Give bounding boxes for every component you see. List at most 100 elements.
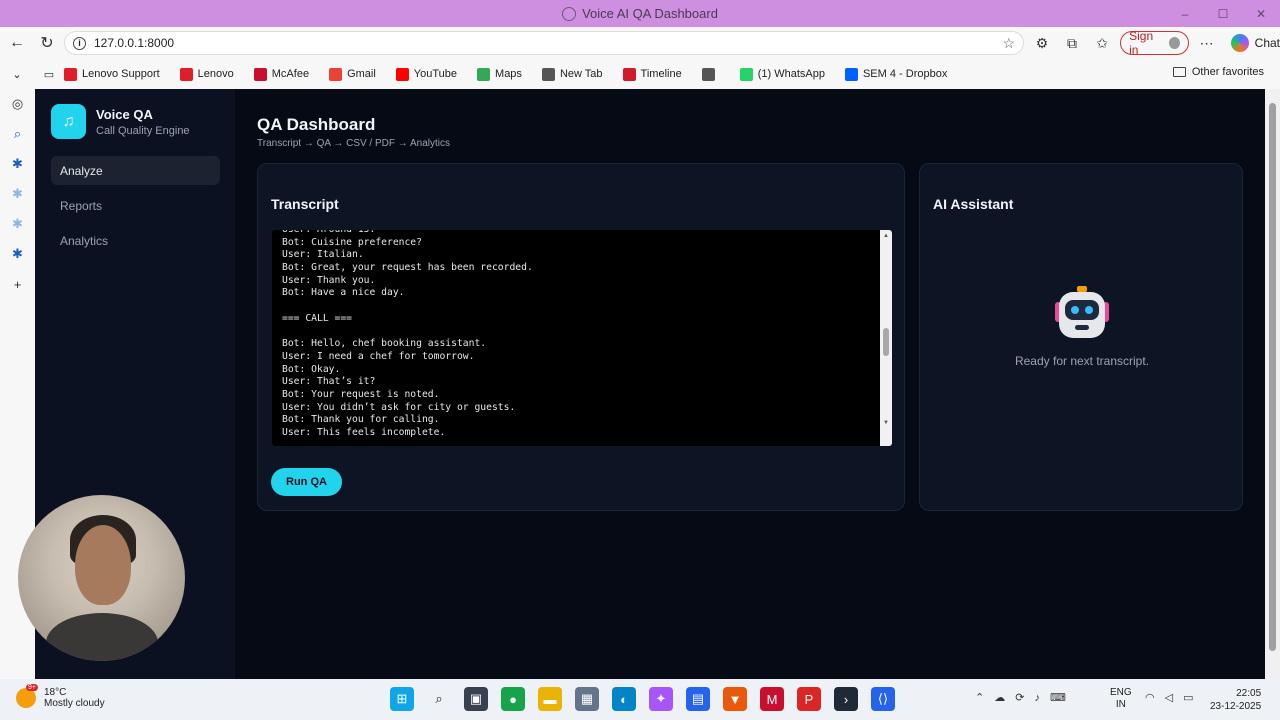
app-icon[interactable]: ✱ <box>0 149 35 179</box>
chevron-up-icon[interactable]: ⌃ <box>975 691 984 704</box>
reload-button[interactable]: ↻ <box>34 30 60 56</box>
vscode-icon[interactable]: ⟨⟩ <box>871 687 895 711</box>
sign-in-label: Sign in <box>1129 29 1154 57</box>
transcript-line: User: Thank you. <box>282 274 376 286</box>
scroll-up-icon[interactable]: ▲ <box>883 233 889 239</box>
bookmark-favicon-icon <box>541 67 555 81</box>
bookmark-label: YouTube <box>413 68 458 80</box>
bookmark-item[interactable]: YouTube <box>395 67 458 81</box>
transcript-line: Bot: Thank you for calling. <box>282 414 440 426</box>
favorite-star-icon[interactable]: ☆ <box>1002 35 1015 52</box>
task-view-icon[interactable]: ▣ <box>464 687 488 711</box>
collapse-chevron-icon[interactable]: ⌄ <box>0 68 34 81</box>
headphones-icon: ♫ <box>51 104 86 139</box>
bookmark-item[interactable]: New Tab <box>541 67 603 81</box>
system-tray: ⌃ ☁ ⟳ ♪ ⌨ <box>975 691 1066 705</box>
sidebar-item-reports[interactable]: Reports <box>51 191 220 220</box>
site-info-icon[interactable]: i <box>73 36 86 50</box>
url-input[interactable]: i 127.0.0.1:8000 ☆ <box>64 31 1024 55</box>
weather-badge: 9+ <box>26 684 38 691</box>
bookmark-favicon-icon <box>395 67 409 81</box>
windows-start-icon[interactable]: ⊞ <box>390 687 414 711</box>
transcript-line: User: This feels incomplete. <box>282 427 446 438</box>
bookmark-item[interactable]: Timeline <box>622 67 682 81</box>
tab-actions-icon[interactable]: ▭ <box>34 68 64 81</box>
battery-icon[interactable]: ▭ <box>1183 691 1193 704</box>
chrome-icon[interactable]: ● <box>501 687 525 711</box>
bookmark-label: Lenovo Support <box>82 68 160 80</box>
mcafee-icon[interactable]: M <box>760 687 784 711</box>
wifi-icon[interactable]: ◠ <box>1145 691 1155 704</box>
address-bar-row: ← ↻ i 127.0.0.1:8000 ☆ ⚙ ⧉ ✩ Sign in ⋯ C… <box>0 27 1280 59</box>
clock[interactable]: 22:05 23-12-2025 <box>1210 687 1261 713</box>
favorites-icon[interactable]: ✩ <box>1090 31 1114 55</box>
add-icon[interactable]: + <box>0 269 35 299</box>
maximize-button[interactable]: ☐ <box>1204 0 1242 27</box>
powerpoint-icon[interactable]: P <box>797 687 821 711</box>
run-qa-button[interactable]: Run QA <box>271 468 342 496</box>
scroll-down-icon[interactable]: ▼ <box>883 420 889 426</box>
bookmark-item[interactable]: Gmail <box>329 67 376 81</box>
copilot-chat-button[interactable]: Chat <box>1230 34 1280 52</box>
window-title: Voice AI QA Dashboard <box>582 6 718 21</box>
transcript-textarea[interactable]: User: Around 15.Bot: Cuisine preference?… <box>272 230 892 446</box>
bookmark-label: New Tab <box>559 68 603 80</box>
transcript-title: Transcript <box>271 196 339 212</box>
assistant-status: Ready for next transcript. <box>1014 354 1150 368</box>
bookmark-favicon-icon <box>179 67 193 81</box>
bookmark-item[interactable]: Lenovo <box>179 67 234 81</box>
more-menu-icon[interactable]: ⋯ <box>1195 31 1219 55</box>
page-scroll-thumb[interactable] <box>1269 103 1276 651</box>
search-icon[interactable]: ⌕ <box>427 687 451 711</box>
scroll-thumb[interactable] <box>883 328 889 356</box>
transcript-line: User: Around 15. <box>282 230 533 237</box>
sign-in-button[interactable]: Sign in <box>1120 29 1189 57</box>
globe-icon[interactable]: ◎ <box>0 89 35 119</box>
breadcrumb: Transcript → QA → CSV / PDF → Analytics <box>257 138 451 149</box>
volume-icon[interactable]: ◁ <box>1165 691 1173 704</box>
bookmark-item[interactable]: SEM 4 - Dropbox <box>844 67 947 81</box>
weather-icon: 9+ <box>16 684 38 708</box>
sync-icon[interactable]: ⟳ <box>1015 691 1024 704</box>
copilot-icon[interactable]: ✦ <box>649 687 673 711</box>
app-icon[interactable]: ✱ <box>0 179 35 209</box>
app-icon[interactable]: ✱ <box>0 239 35 269</box>
bookmark-favicon-icon <box>622 67 636 81</box>
bookmark-item[interactable]: McAfee <box>253 67 309 81</box>
bookmark-label: Gmail <box>347 68 376 80</box>
store-icon[interactable]: ▤ <box>686 687 710 711</box>
keyboard-icon[interactable]: ⌨ <box>1050 691 1066 704</box>
weather-text: Mostly cloudy <box>44 698 105 709</box>
bookmark-item[interactable]: Lenovo Support <box>64 67 160 81</box>
minimize-button[interactable]: – <box>1166 0 1204 27</box>
edge-icon[interactable]: ◐ <box>612 687 636 711</box>
bookmark-favicon-icon <box>329 67 343 81</box>
split-screen-icon[interactable]: ⧉ <box>1060 31 1084 55</box>
sidebar-item-analytics[interactable]: Analytics <box>51 226 220 255</box>
language-indicator[interactable]: ENG IN <box>1110 687 1132 711</box>
weather-widget[interactable]: 9+ 18°C Mostly cloudy <box>16 684 105 709</box>
transcript-line: Bot: Your request is noted. <box>282 388 440 400</box>
bookmark-item[interactable]: Maps <box>477 67 522 81</box>
transcript-scrollbar[interactable]: ▲ ▼ <box>880 230 892 446</box>
close-button[interactable]: ✕ <box>1242 0 1280 27</box>
file-explorer-icon[interactable]: ▬ <box>538 687 562 711</box>
robot-icon <box>1055 286 1109 338</box>
sidebar-item-analyze[interactable]: Analyze <box>51 156 220 185</box>
search-icon[interactable]: ⌕ <box>0 119 35 149</box>
microphone-icon[interactable]: ♪ <box>1034 692 1040 704</box>
brand: ♫ Voice QA Call Quality Engine <box>51 104 190 139</box>
extensions-icon[interactable]: ⚙ <box>1030 31 1054 55</box>
bookmarks-bar: ⌄ ▭ Lenovo Support Lenovo McAfee Gmail YouTu… <box>0 59 1280 89</box>
bookmark-item[interactable] <box>701 67 720 81</box>
onedrive-icon[interactable]: ☁ <box>994 691 1005 704</box>
other-favorites[interactable]: Other favorites <box>1172 66 1264 78</box>
calculator-icon[interactable]: ▦ <box>575 687 599 711</box>
brave-icon[interactable]: ▼ <box>723 687 747 711</box>
back-button[interactable]: ← <box>4 30 30 56</box>
other-favorites-label: Other favorites <box>1191 66 1264 78</box>
page-scrollbar[interactable] <box>1265 89 1280 679</box>
terminal-icon[interactable]: › <box>834 687 858 711</box>
app-icon[interactable]: ✱ <box>0 209 35 239</box>
bookmark-item[interactable]: (1) WhatsApp <box>739 67 825 81</box>
